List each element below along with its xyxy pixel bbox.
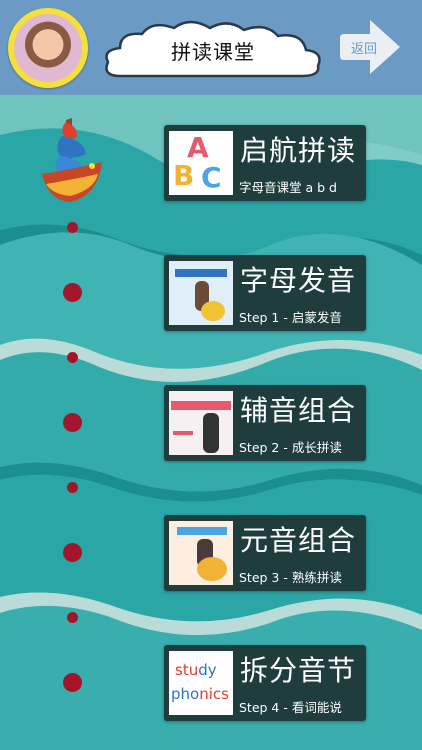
lesson-subtitle: 字母音课堂 a b d <box>239 180 337 195</box>
path-dot <box>63 283 82 302</box>
path-dot <box>63 673 82 692</box>
thumb-banner <box>175 269 227 277</box>
lesson-card-qihang[interactable]: A B C 启航拼读 字母音课堂 a b d <box>164 125 366 201</box>
duck-icon <box>201 301 225 321</box>
lesson-card-fuyin[interactable]: 辅音组合 Step 2 - 成长拼读 <box>164 385 366 461</box>
phonics-line-2: phonics <box>171 685 229 703</box>
thumb-person <box>203 413 219 453</box>
thumb-stripe <box>173 431 193 435</box>
avatar-photo <box>14 14 82 82</box>
lesson-title: 元音组合 <box>240 524 357 557</box>
abc-blocks-icon: A B C <box>169 131 233 195</box>
phonics-line-1: study <box>175 661 217 679</box>
lesson-title: 启航拼读 <box>240 134 357 167</box>
vowel-team-video-thumb <box>169 521 233 585</box>
path-dot <box>63 543 82 562</box>
lesson-card-yuanyin[interactable]: 元音组合 Step 3 - 熟练拼读 <box>164 515 366 591</box>
lesson-title: 辅音组合 <box>240 394 357 427</box>
letter-c: C <box>201 161 222 194</box>
lesson-subtitle: Step 1 - 启蒙发音 <box>239 310 342 325</box>
lesson-subtitle: Step 3 - 熟练拼读 <box>239 570 342 585</box>
path-dot <box>67 612 78 623</box>
lesson-subtitle: Step 2 - 成长拼读 <box>239 440 342 455</box>
thumb-banner <box>177 527 227 535</box>
study-phonics-thumb: study phonics <box>169 651 233 715</box>
lesson-title: 字母发音 <box>240 264 357 297</box>
user-avatar[interactable] <box>8 8 88 88</box>
ship-icon <box>42 118 102 202</box>
page-title: 拼读课堂 <box>171 40 255 64</box>
path-dot <box>67 222 78 233</box>
path-dot <box>67 352 78 363</box>
lesson-title: 拆分音节 <box>240 654 357 687</box>
letter-b: B <box>173 159 195 192</box>
path-dot <box>63 413 82 432</box>
letter-sound-video-thumb <box>169 261 233 325</box>
path-dot <box>67 482 78 493</box>
lesson-subtitle: Step 4 - 看词能说 <box>239 700 342 715</box>
duck-icon <box>197 557 227 581</box>
lesson-card-zimu[interactable]: 字母发音 Step 1 - 启蒙发音 <box>164 255 366 331</box>
lesson-card-chaifen[interactable]: study phonics 拆分音节 Step 4 - 看词能说 <box>164 645 366 721</box>
thumb-banner <box>171 401 231 410</box>
consonant-team-video-thumb <box>169 391 233 455</box>
back-button[interactable]: 返回 <box>344 38 384 57</box>
